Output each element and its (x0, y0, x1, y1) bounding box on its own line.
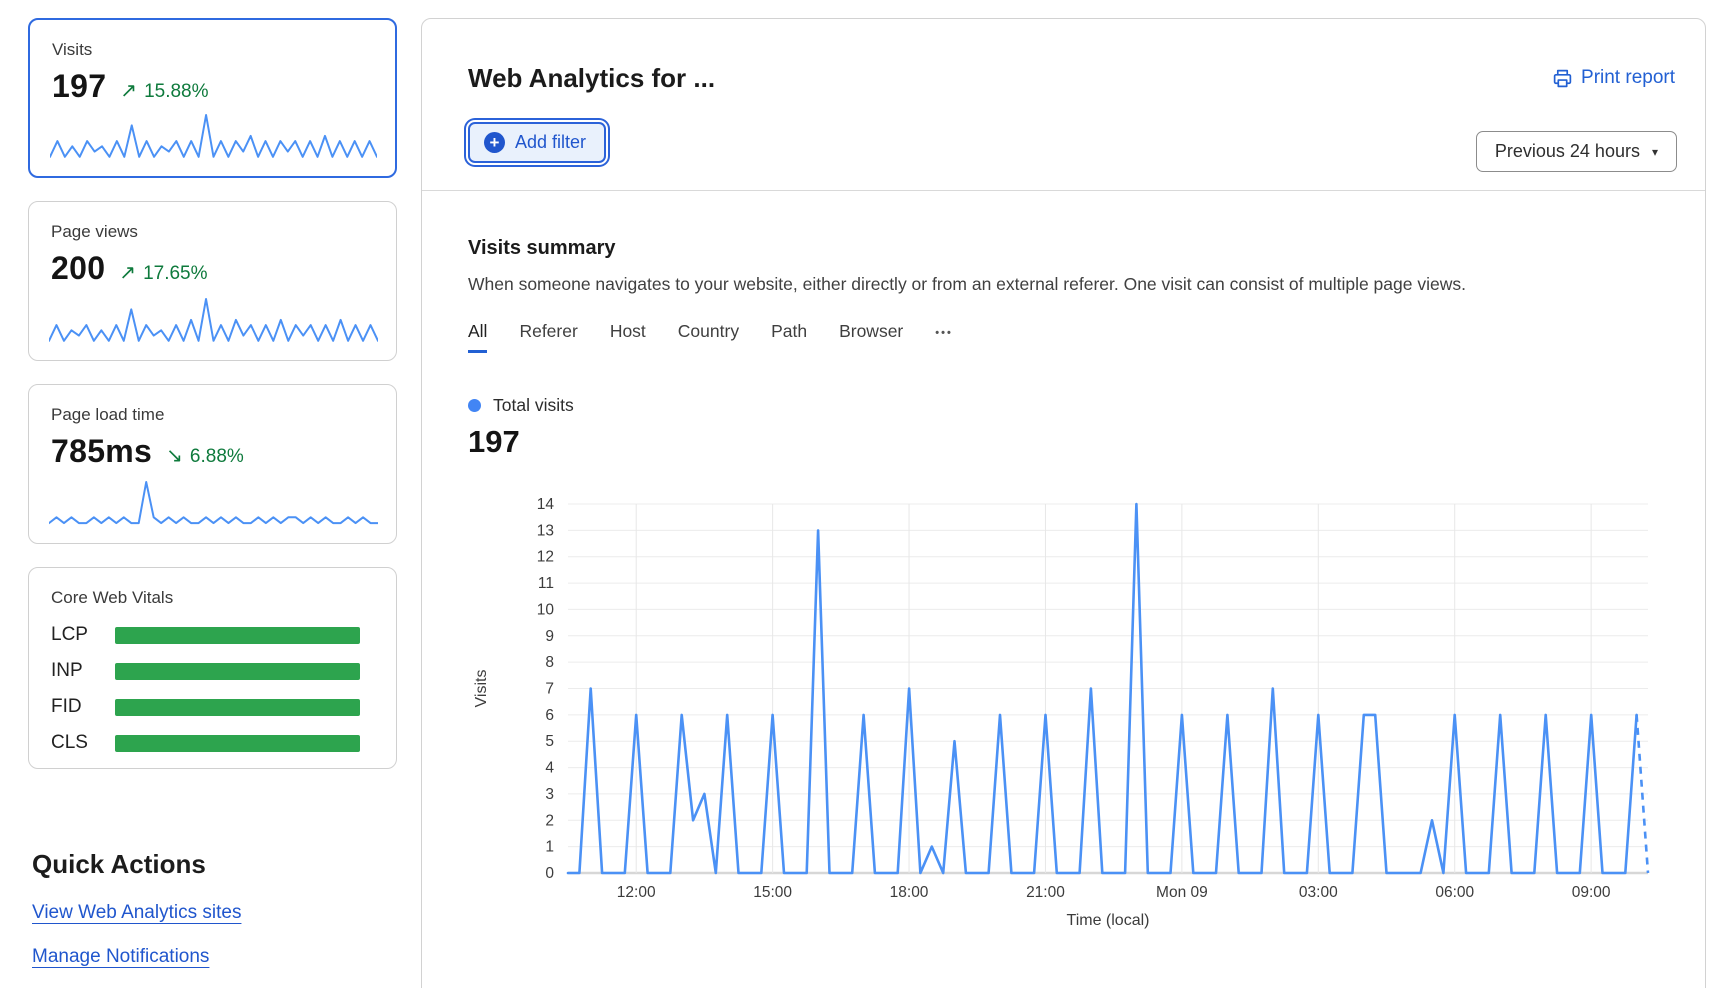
cwv-bar-lcp (115, 627, 360, 644)
svg-text:10: 10 (537, 601, 555, 618)
manage-notifications-link[interactable]: Manage Notifications (32, 946, 209, 968)
svg-text:9: 9 (545, 628, 554, 645)
tab-path[interactable]: Path (771, 321, 807, 353)
time-range-dropdown[interactable]: Previous 24 hours ▾ (1476, 131, 1677, 172)
svg-text:03:00: 03:00 (1299, 884, 1338, 901)
section-title: Visits summary (468, 237, 1659, 260)
cwv-bar-inp (115, 663, 360, 680)
svg-text:Visits: Visits (473, 670, 490, 708)
page-title: Web Analytics for ... (468, 63, 715, 94)
cwv-label-lcp: LCP (51, 624, 115, 646)
svg-text:11: 11 (538, 575, 554, 592)
cwv-label-inp: INP (51, 660, 115, 682)
plus-icon: + (484, 132, 505, 153)
page-views-trend: ↗ 17.65% (119, 260, 207, 285)
page-load-time-card-title: Page load time (51, 405, 374, 425)
legend-label: Total visits (493, 395, 574, 416)
page-views-trend-percent: 17.65% (143, 263, 207, 285)
svg-text:13: 13 (537, 522, 554, 539)
tab-all[interactable]: All (468, 321, 487, 353)
section-description: When someone navigates to your website, … (468, 274, 1659, 295)
visits-chart: 0123456789101112131412:0015:0018:0021:00… (468, 478, 1658, 940)
svg-text:6: 6 (545, 707, 554, 724)
visits-trend-percent: 15.88% (144, 81, 208, 103)
page-views-card[interactable]: Page views 200 ↗ 17.65% (28, 201, 397, 361)
print-report-label: Print report (1581, 67, 1675, 89)
view-web-analytics-sites-link[interactable]: View Web Analytics sites (32, 902, 241, 924)
visits-summary-section: Visits summary When someone navigates to… (422, 191, 1705, 940)
svg-text:21:00: 21:00 (1026, 884, 1065, 901)
visits-card[interactable]: Visits 197 ↗ 15.88% (28, 18, 397, 178)
page-views-sparkline (49, 296, 378, 348)
visits-trend: ↗ 15.88% (120, 78, 208, 103)
svg-text:0: 0 (545, 865, 554, 882)
visits-card-value: 197 (52, 68, 106, 105)
cwv-row-inp: INP (51, 660, 374, 682)
web-analytics-page: Visits 197 ↗ 15.88% Page views 200 ↗ 17.… (0, 0, 1730, 988)
svg-text:1: 1 (545, 839, 554, 856)
svg-text:3: 3 (545, 786, 554, 803)
page-load-time-sparkline (49, 479, 378, 531)
printer-icon (1552, 68, 1573, 89)
core-web-vitals-title: Core Web Vitals (51, 588, 374, 608)
svg-text:14: 14 (537, 496, 555, 513)
trend-up-icon: ↗ (120, 78, 137, 103)
quick-actions: Quick Actions View Web Analytics sites M… (28, 849, 397, 988)
panel-header: Web Analytics for ... Print report + Add… (422, 19, 1705, 191)
quick-actions-title: Quick Actions (32, 849, 397, 880)
cwv-row-cls: CLS (51, 732, 374, 754)
tab-referer[interactable]: Referer (519, 321, 577, 353)
add-filter-button[interactable]: + Add filter (468, 122, 606, 163)
svg-text:5: 5 (545, 733, 554, 750)
cwv-label-fid: FID (51, 696, 115, 718)
cwv-bar-cls (115, 735, 360, 752)
page-views-card-value: 200 (51, 250, 105, 287)
svg-text:12: 12 (537, 549, 554, 566)
svg-text:Mon 09: Mon 09 (1156, 884, 1208, 901)
chevron-down-icon: ▾ (1652, 145, 1658, 159)
page-load-time-card-value: 785ms (51, 433, 152, 470)
trend-up-icon: ↗ (119, 260, 136, 285)
dimension-tabs: All Referer Host Country Path Browser ••… (468, 321, 1659, 353)
metrics-sidebar: Visits 197 ↗ 15.88% Page views 200 ↗ 17.… (28, 18, 397, 988)
add-filter-label: Add filter (515, 132, 586, 153)
core-web-vitals-card[interactable]: Core Web Vitals LCP INP FID CLS (28, 567, 397, 769)
svg-text:12:00: 12:00 (617, 884, 656, 901)
cwv-row-fid: FID (51, 696, 374, 718)
cwv-label-cls: CLS (51, 732, 115, 754)
tab-host[interactable]: Host (610, 321, 646, 353)
page-load-time-card[interactable]: Page load time 785ms ↘ 6.88% (28, 384, 397, 544)
time-range-value: Previous 24 hours (1495, 141, 1640, 162)
svg-text:06:00: 06:00 (1435, 884, 1474, 901)
svg-text:09:00: 09:00 (1572, 884, 1611, 901)
page-views-card-title: Page views (51, 222, 374, 242)
svg-text:18:00: 18:00 (890, 884, 929, 901)
total-visits-value: 197 (468, 424, 1659, 460)
svg-text:Time (local): Time (local) (1067, 912, 1150, 929)
page-load-time-trend-percent: 6.88% (190, 446, 244, 468)
cwv-row-lcp: LCP (51, 624, 374, 646)
svg-text:15:00: 15:00 (753, 884, 792, 901)
svg-text:7: 7 (545, 681, 554, 698)
svg-text:2: 2 (545, 812, 554, 829)
web-analytics-panel: Web Analytics for ... Print report + Add… (421, 18, 1706, 988)
svg-text:4: 4 (545, 760, 554, 777)
legend-dot-icon (468, 399, 481, 412)
visits-sparkline (50, 112, 377, 164)
print-report-link[interactable]: Print report (1552, 67, 1675, 89)
trend-down-icon: ↘ (166, 443, 183, 468)
svg-text:8: 8 (545, 654, 554, 671)
tab-country[interactable]: Country (678, 321, 739, 353)
visits-chart-container: 0123456789101112131412:0015:0018:0021:00… (468, 478, 1659, 940)
visits-card-title: Visits (52, 40, 373, 60)
cwv-bar-fid (115, 699, 360, 716)
tab-browser[interactable]: Browser (839, 321, 903, 353)
page-load-time-trend: ↘ 6.88% (166, 443, 244, 468)
chart-legend: Total visits (468, 395, 1659, 416)
tabs-overflow-button[interactable]: ••• (935, 327, 953, 347)
